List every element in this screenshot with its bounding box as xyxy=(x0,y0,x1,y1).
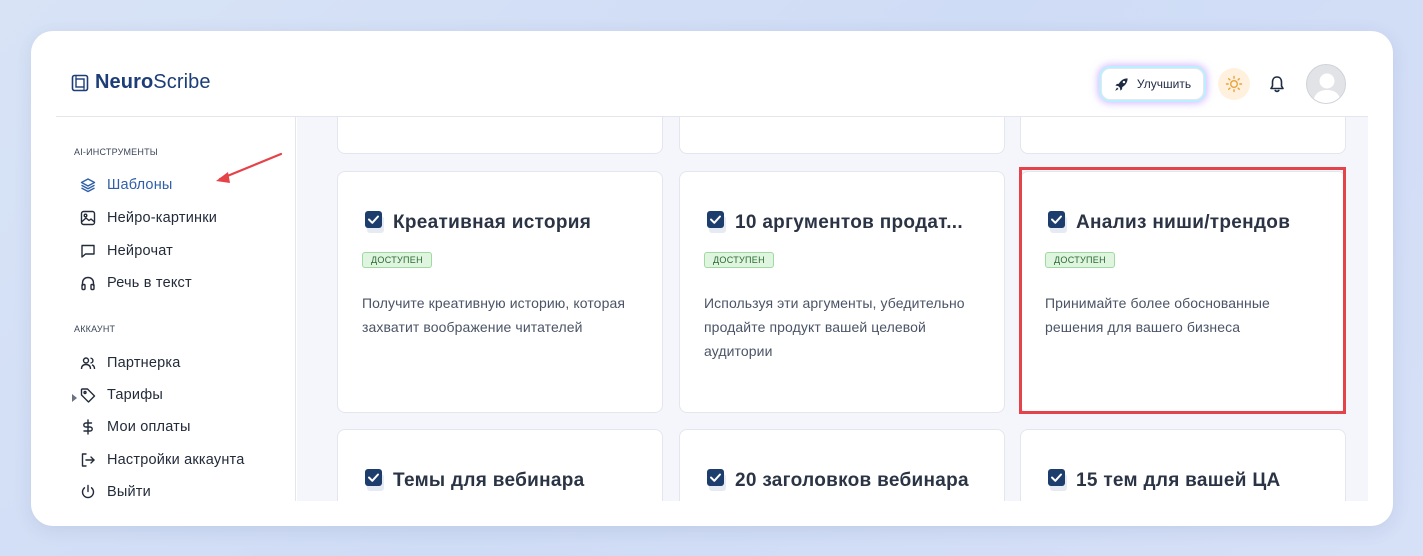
template-title: Креативная история xyxy=(364,210,654,236)
template-title: 20 заголовков вебинара xyxy=(706,468,996,494)
template-description: Получите креативную историю, которая зах… xyxy=(362,295,626,335)
upgrade-label: Улучшить xyxy=(1136,77,1192,91)
template-title-text: Креативная история xyxy=(393,212,592,233)
sidebar-item-label: Настройки аккаунта xyxy=(107,452,245,468)
image-icon xyxy=(80,210,96,226)
bell-icon xyxy=(1270,76,1284,93)
template-title: 15 тем для вашей ЦА xyxy=(1047,468,1337,494)
upgrade-button[interactable]: Улучшить xyxy=(1101,68,1204,100)
top-bar: Neuro Scribe Улучшить xyxy=(31,31,1393,117)
sidebar-item-tariffs[interactable]: Тарифы xyxy=(80,384,163,406)
app-window: Neuro Scribe Улучшить AI-ИНСТРУМЕНТЫ Шаб… xyxy=(31,31,1393,526)
status-badge: ДОСТУПЕН xyxy=(1045,252,1115,268)
sidebar-item-label: Нейро-картинки xyxy=(107,210,218,226)
template-title: 10 аргументов продат... xyxy=(706,210,996,236)
theme-toggle-button[interactable] xyxy=(1218,68,1250,100)
logo-bold-text: Neuro xyxy=(95,71,154,93)
template-card[interactable]: 10 аргументов продат... ДОСТУПЕН Использ… xyxy=(679,171,1005,413)
template-card-partial[interactable] xyxy=(679,117,1005,154)
template-card-partial[interactable] xyxy=(1020,117,1346,154)
sidebar-item-label: Партнерка xyxy=(107,355,181,371)
sun-icon xyxy=(1225,75,1243,93)
login-icon xyxy=(80,452,96,468)
template-description: Используя эти аргументы, убедительно про… xyxy=(704,295,965,359)
sidebar-item-logout[interactable]: Выйти xyxy=(80,481,151,503)
notifications-button[interactable] xyxy=(1264,71,1290,97)
chat-icon xyxy=(80,243,96,259)
rocket-icon xyxy=(1115,77,1128,91)
headphones-icon xyxy=(80,275,96,291)
sidebar-item-label: Шаблоны xyxy=(107,177,173,193)
sidebar-item-label: Речь в текст xyxy=(107,275,192,291)
sidebar-item-templates[interactable]: Шаблоны xyxy=(80,174,173,196)
templates-grid: Креативная история ДОСТУПЕН Получите кре… xyxy=(297,117,1368,501)
annotation-arrow xyxy=(216,152,283,183)
users-icon xyxy=(80,355,96,371)
template-card[interactable]: Анализ ниши/трендов ДОСТУПЕН Принимайте … xyxy=(1020,171,1346,413)
template-title-text: 15 тем для вашей ЦА xyxy=(1076,470,1281,491)
checkbox-icon xyxy=(365,469,384,491)
checkbox-icon xyxy=(1048,211,1067,233)
section-label-ai-tools: AI-ИНСТРУМЕНТЫ xyxy=(74,147,158,157)
section-label-account: АККАУНТ xyxy=(74,324,116,334)
checkbox-icon xyxy=(707,211,726,233)
sidebar-item-partners[interactable]: Партнерка xyxy=(80,352,181,374)
logo-icon xyxy=(71,74,89,91)
layers-icon xyxy=(80,177,96,193)
dollar-icon xyxy=(80,419,96,435)
sidebar-item-label: Нейрочат xyxy=(107,243,173,259)
checkbox-icon xyxy=(1048,469,1067,491)
sidebar-item-speech-to-text[interactable]: Речь в текст xyxy=(80,272,192,294)
status-badge: ДОСТУПЕН xyxy=(704,252,774,268)
template-card-partial[interactable] xyxy=(337,117,663,154)
template-description: Принимайте более обоснованные решения дл… xyxy=(1045,295,1270,335)
template-card[interactable]: Темы для вебинара xyxy=(337,429,663,501)
checkbox-icon xyxy=(707,469,726,491)
template-card[interactable]: 15 тем для вашей ЦА xyxy=(1020,429,1346,501)
checkbox-icon xyxy=(365,211,384,233)
expand-caret-icon[interactable] xyxy=(72,394,77,402)
template-title-text: Темы для вебинара xyxy=(393,470,585,491)
logo[interactable]: Neuro Scribe xyxy=(71,71,211,94)
sidebar: AI-ИНСТРУМЕНТЫ Шаблоны Нейро-картинки Не… xyxy=(56,117,296,501)
template-title-text: 20 заголовков вебинара xyxy=(735,470,969,491)
sidebar-item-label: Выйти xyxy=(107,484,151,500)
template-title: Анализ ниши/трендов xyxy=(1047,210,1337,236)
status-badge: ДОСТУПЕН xyxy=(362,252,432,268)
template-card[interactable]: 20 заголовков вебинара xyxy=(679,429,1005,501)
power-icon xyxy=(80,484,96,500)
template-title-text: Анализ ниши/трендов xyxy=(1076,212,1291,233)
sidebar-item-my-payments[interactable]: Мои оплаты xyxy=(80,416,191,438)
template-title-text: 10 аргументов продат... xyxy=(735,212,963,233)
sidebar-item-account-settings[interactable]: Настройки аккаунта xyxy=(80,449,245,471)
sidebar-item-label: Тарифы xyxy=(107,387,163,403)
template-title: Темы для вебинара xyxy=(364,468,654,494)
avatar[interactable] xyxy=(1306,64,1346,104)
template-card[interactable]: Креативная история ДОСТУПЕН Получите кре… xyxy=(337,171,663,413)
logo-rest-text: Scribe xyxy=(153,71,211,93)
tag-icon xyxy=(80,387,96,403)
sidebar-item-neurochat[interactable]: Нейрочат xyxy=(80,240,173,262)
user-avatar-icon xyxy=(1313,73,1341,103)
sidebar-item-neuro-images[interactable]: Нейро-картинки xyxy=(80,207,217,229)
sidebar-item-label: Мои оплаты xyxy=(107,419,191,435)
